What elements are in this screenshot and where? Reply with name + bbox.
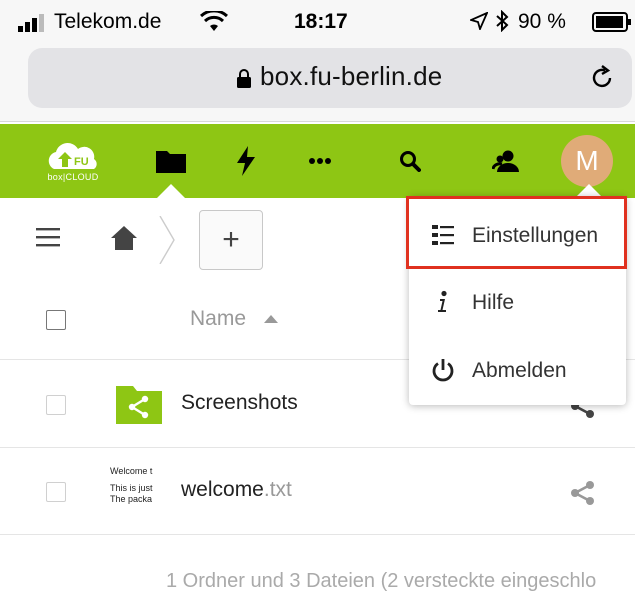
info-icon	[438, 290, 447, 312]
wifi-icon	[200, 11, 228, 31]
shared-folder-icon	[116, 386, 162, 424]
signal-icon	[18, 14, 44, 32]
cloud-logo-icon: FU	[48, 142, 97, 169]
reload-icon[interactable]	[588, 64, 616, 92]
app-header: FU box|CLOUD	[0, 124, 635, 198]
menu-item-label: Abmelden	[472, 359, 567, 382]
logo-text: box|CLOUD	[47, 171, 99, 182]
more-apps-icon	[309, 158, 331, 164]
location-arrow-icon	[470, 12, 488, 30]
bluetooth-icon	[496, 10, 509, 32]
highlight-box	[406, 196, 627, 269]
menu-item-label: Hilfe	[472, 291, 515, 314]
app-logo[interactable]: FU box|CLOUD	[38, 124, 108, 198]
contacts-icon	[492, 150, 519, 172]
browser-toolbar: box.fu-berlin.de	[0, 44, 635, 122]
svg-text:FU: FU	[74, 156, 89, 168]
file-name: Screenshots	[181, 391, 298, 414]
file-row-welcome[interactable]: Welcome t This is just The packa welcome…	[0, 448, 635, 535]
carrier-name: Telekom.de	[54, 10, 162, 33]
lock-icon	[237, 69, 251, 88]
nav-more-apps[interactable]	[300, 124, 340, 198]
column-name[interactable]: Name	[190, 307, 246, 331]
activity-icon	[237, 146, 255, 176]
file-summary: 1 Ordner und 3 Dateien (2 versteckte ein…	[166, 570, 597, 592]
add-button[interactable]: +	[199, 210, 263, 270]
address-bar[interactable]: box.fu-berlin.de	[28, 48, 632, 108]
clock: 18:17	[294, 10, 348, 33]
sort-ascending-icon[interactable]	[264, 315, 278, 323]
url-text: box.fu-berlin.de	[260, 61, 443, 91]
hamburger-menu-icon[interactable]	[36, 226, 60, 248]
row-checkbox[interactable]	[46, 482, 66, 502]
power-icon	[432, 359, 454, 382]
nav-contacts[interactable]	[486, 124, 526, 198]
file-extension: .txt	[263, 478, 292, 501]
menu-item-logout[interactable]: Abmelden	[409, 337, 626, 403]
select-all-checkbox[interactable]	[46, 310, 66, 330]
active-nav-pointer	[157, 184, 185, 198]
menu-item-help[interactable]: Hilfe	[409, 269, 626, 335]
battery-percent: 90 %	[518, 10, 566, 33]
nav-search[interactable]	[390, 124, 430, 198]
avatar-initial: M	[575, 145, 599, 176]
status-bar: Telekom.de 18:17 90 %	[0, 0, 635, 44]
file-thumbnail: Welcome t This is just The packa	[110, 466, 153, 504]
search-icon	[400, 151, 421, 172]
folder-icon	[156, 151, 186, 173]
share-icon[interactable]	[570, 480, 596, 506]
battery-icon	[592, 12, 631, 32]
file-name: welcome.txt	[181, 478, 292, 501]
row-checkbox[interactable]	[46, 395, 66, 415]
add-label: +	[222, 223, 240, 256]
nav-activity[interactable]	[226, 124, 266, 198]
home-icon[interactable]	[110, 224, 138, 252]
breadcrumb-separator	[159, 216, 175, 264]
avatar[interactable]: M	[561, 135, 613, 187]
